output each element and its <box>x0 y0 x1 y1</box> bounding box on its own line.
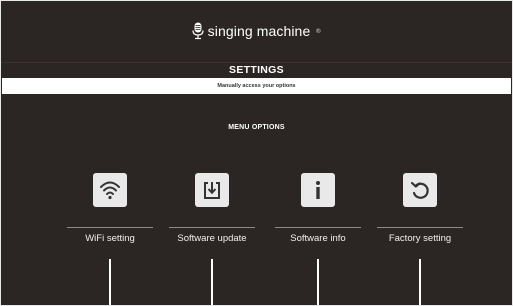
option-label[interactable]: WiFi setting <box>85 233 135 244</box>
option-divider <box>377 227 463 228</box>
option-divider <box>275 227 361 228</box>
app-header: singing machine ® <box>1 1 512 61</box>
option-connector <box>211 259 213 305</box>
option-connector <box>419 259 421 305</box>
option-icon-tile[interactable] <box>403 173 437 207</box>
option-label[interactable]: Software info <box>290 233 345 244</box>
option-connector <box>109 259 111 305</box>
page-title: SETTINGS <box>229 64 284 76</box>
reset-icon <box>410 181 429 199</box>
option-label[interactable]: Software update <box>177 233 246 244</box>
option-factory-setting[interactable]: Factory setting <box>377 173 463 305</box>
option-divider <box>169 227 255 228</box>
option-icon-tile[interactable] <box>301 173 335 207</box>
option-wifi-setting[interactable]: WiFi setting <box>67 173 153 305</box>
option-label[interactable]: Factory setting <box>389 233 451 244</box>
info-icon <box>316 181 320 199</box>
option-software-info[interactable]: Software info <box>275 173 361 305</box>
brand-name: singing machine <box>207 23 311 39</box>
microphone-icon <box>192 22 204 40</box>
download-icon <box>204 182 220 199</box>
option-icon-tile[interactable] <box>93 173 127 207</box>
option-divider <box>67 227 153 228</box>
menu-options-heading: MENU OPTIONS <box>228 124 285 131</box>
page-subtitle: Manually access your options <box>217 83 296 89</box>
trademark-mark: ® <box>315 27 322 35</box>
subtitle-band: Manually access your options <box>2 78 511 94</box>
wifi-icon <box>100 181 120 200</box>
option-software-update[interactable]: Software update <box>169 173 255 305</box>
header-divider <box>1 62 512 63</box>
option-connector <box>317 259 319 305</box>
option-icon-tile[interactable] <box>195 173 229 207</box>
brand-logo: singing machine ® <box>192 22 322 40</box>
